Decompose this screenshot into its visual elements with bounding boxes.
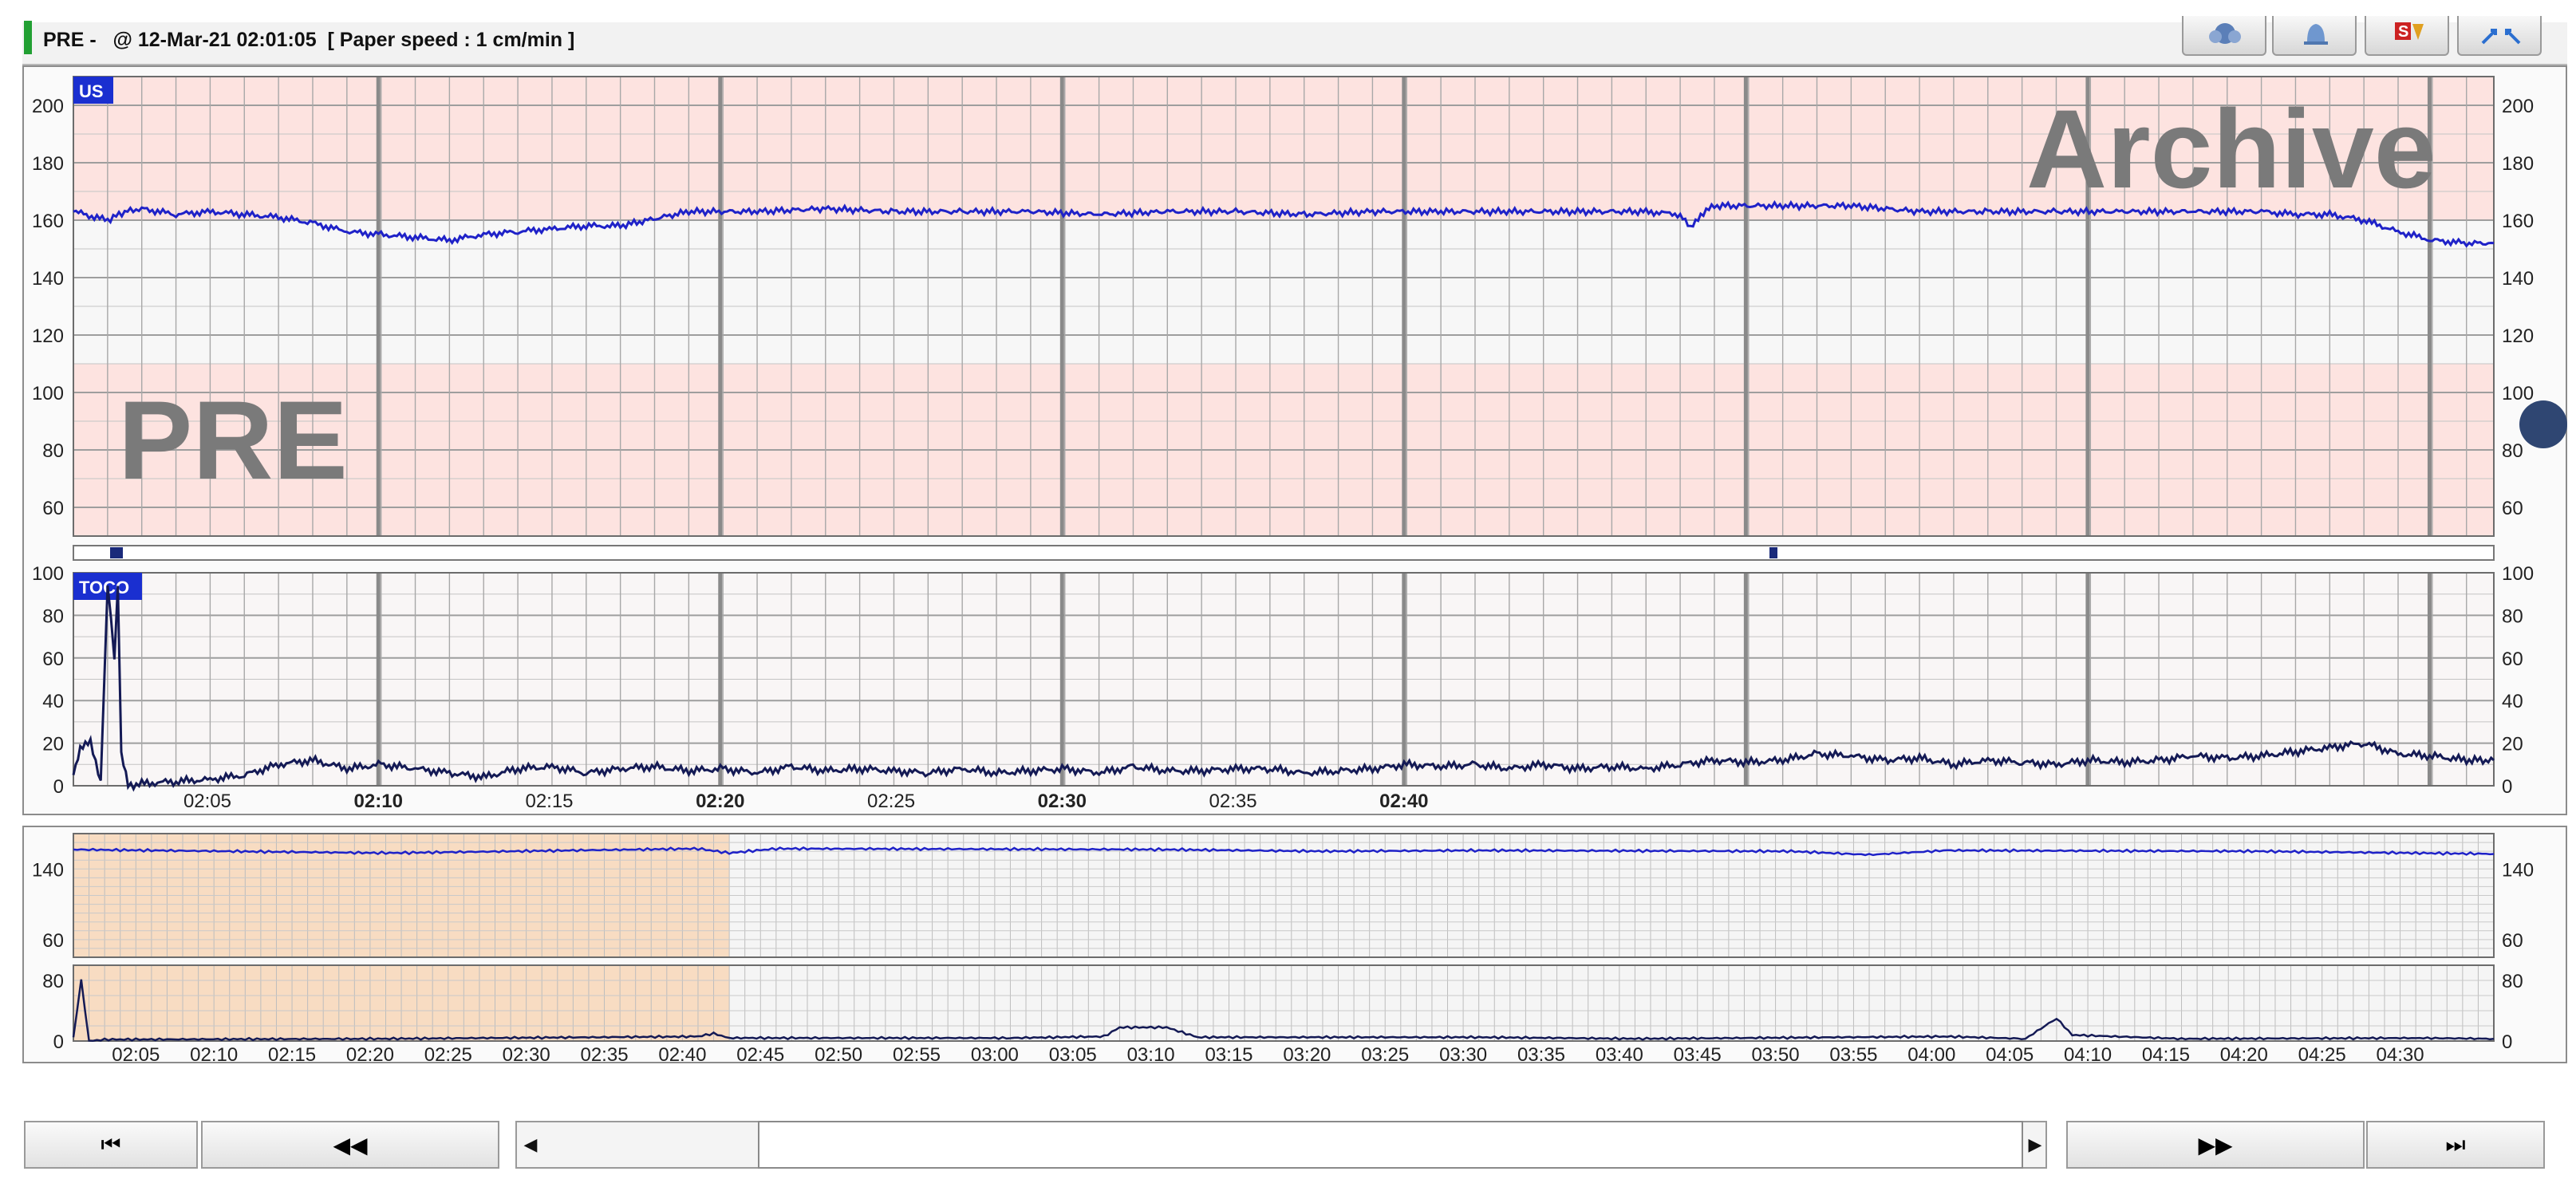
scroll-left-icon: ◀ <box>523 1134 538 1154</box>
overview-time-tick-label: 03:10 <box>1127 1044 1175 1066</box>
overview-time-tick-label: 04:10 <box>2064 1044 2112 1066</box>
overview-time-tick-label: 03:35 <box>1517 1044 1565 1066</box>
overview-time-tick-label: 02:35 <box>580 1044 628 1066</box>
overview-time-tick-label: 04:20 <box>2220 1044 2268 1066</box>
overview-chart[interactable]: 140 140 60 60 80 80 0 0 02:05 02:10 02:15 02:20 02:2… <box>0 0 2576 1069</box>
next-page-button[interactable]: ▶▶ <box>2066 1121 2365 1169</box>
overview-y-tick-left: 0 <box>53 1031 64 1053</box>
overview-time-tick-label: 02:15 <box>268 1044 316 1066</box>
overview-time-tick-label: 04:30 <box>2377 1044 2424 1066</box>
scroll-thumb[interactable] <box>758 1121 2023 1169</box>
fast-forward-icon: ▶▶ <box>2198 1131 2233 1158</box>
last-page-button[interactable]: ⏭ <box>2366 1121 2545 1169</box>
overview-time-tick-label: 04:05 <box>1986 1044 2034 1066</box>
overview-time-tick-label: 03:00 <box>971 1044 1019 1066</box>
overview-time-tick-label: 03:15 <box>1205 1044 1252 1066</box>
prev-page-button[interactable]: ◀◀ <box>201 1121 499 1169</box>
first-page-button[interactable]: ⏮ <box>24 1121 198 1169</box>
overview-grid <box>73 833 2495 1042</box>
rewind-icon: ◀◀ <box>333 1131 368 1158</box>
overview-time-tick-label: 02:45 <box>736 1044 784 1066</box>
scroll-left-button[interactable]: ◀ <box>517 1121 544 1169</box>
overview-time-tick-label: 03:25 <box>1361 1044 1409 1066</box>
overview-time-tick-label: 04:00 <box>1907 1044 1955 1066</box>
overview-time-tick-label: 02:05 <box>112 1044 160 1066</box>
overview-y-tick-right: 60 <box>2502 930 2523 952</box>
overview-time-tick-label: 03:55 <box>1829 1044 1877 1066</box>
overview-time-tick-label: 02:20 <box>346 1044 394 1066</box>
overview-time-tick-label: 03:45 <box>1674 1044 1722 1066</box>
overview-time-tick-label: 02:25 <box>424 1044 472 1066</box>
overview-y-tick-left: 60 <box>42 930 64 952</box>
overview-y-tick-left: 80 <box>42 971 64 992</box>
overview-y-tick-right: 0 <box>2502 1031 2512 1053</box>
last-icon: ⏭ <box>2445 1131 2466 1157</box>
overview-time-tick-label: 02:10 <box>190 1044 238 1066</box>
overview-y-tick-right: 80 <box>2502 971 2523 992</box>
overview-time-tick-label: 02:55 <box>893 1044 941 1066</box>
overview-y-tick-right: 140 <box>2502 859 2534 881</box>
overview-time-tick-label: 02:40 <box>658 1044 706 1066</box>
scroll-right-icon: ▶ <box>2028 1134 2042 1154</box>
overview-time-tick-label: 03:20 <box>1283 1044 1331 1066</box>
overview-time-tick-label: 04:25 <box>2298 1044 2346 1066</box>
overview-y-tick-left: 140 <box>32 859 64 881</box>
overview-time-tick-label: 03:50 <box>1752 1044 1800 1066</box>
scroll-right-button[interactable]: ▶ <box>2022 1121 2049 1169</box>
overview-time-tick-label: 04:15 <box>2142 1044 2190 1066</box>
overview-time-tick-label: 03:05 <box>1049 1044 1097 1066</box>
overview-time-tick-label: 02:50 <box>815 1044 862 1066</box>
overview-time-tick-label: 03:30 <box>1439 1044 1487 1066</box>
overview-time-tick-label: 03:40 <box>1596 1044 1643 1066</box>
first-icon: ⏮ <box>101 1131 121 1157</box>
overview-time-tick-label: 02:30 <box>503 1044 550 1066</box>
